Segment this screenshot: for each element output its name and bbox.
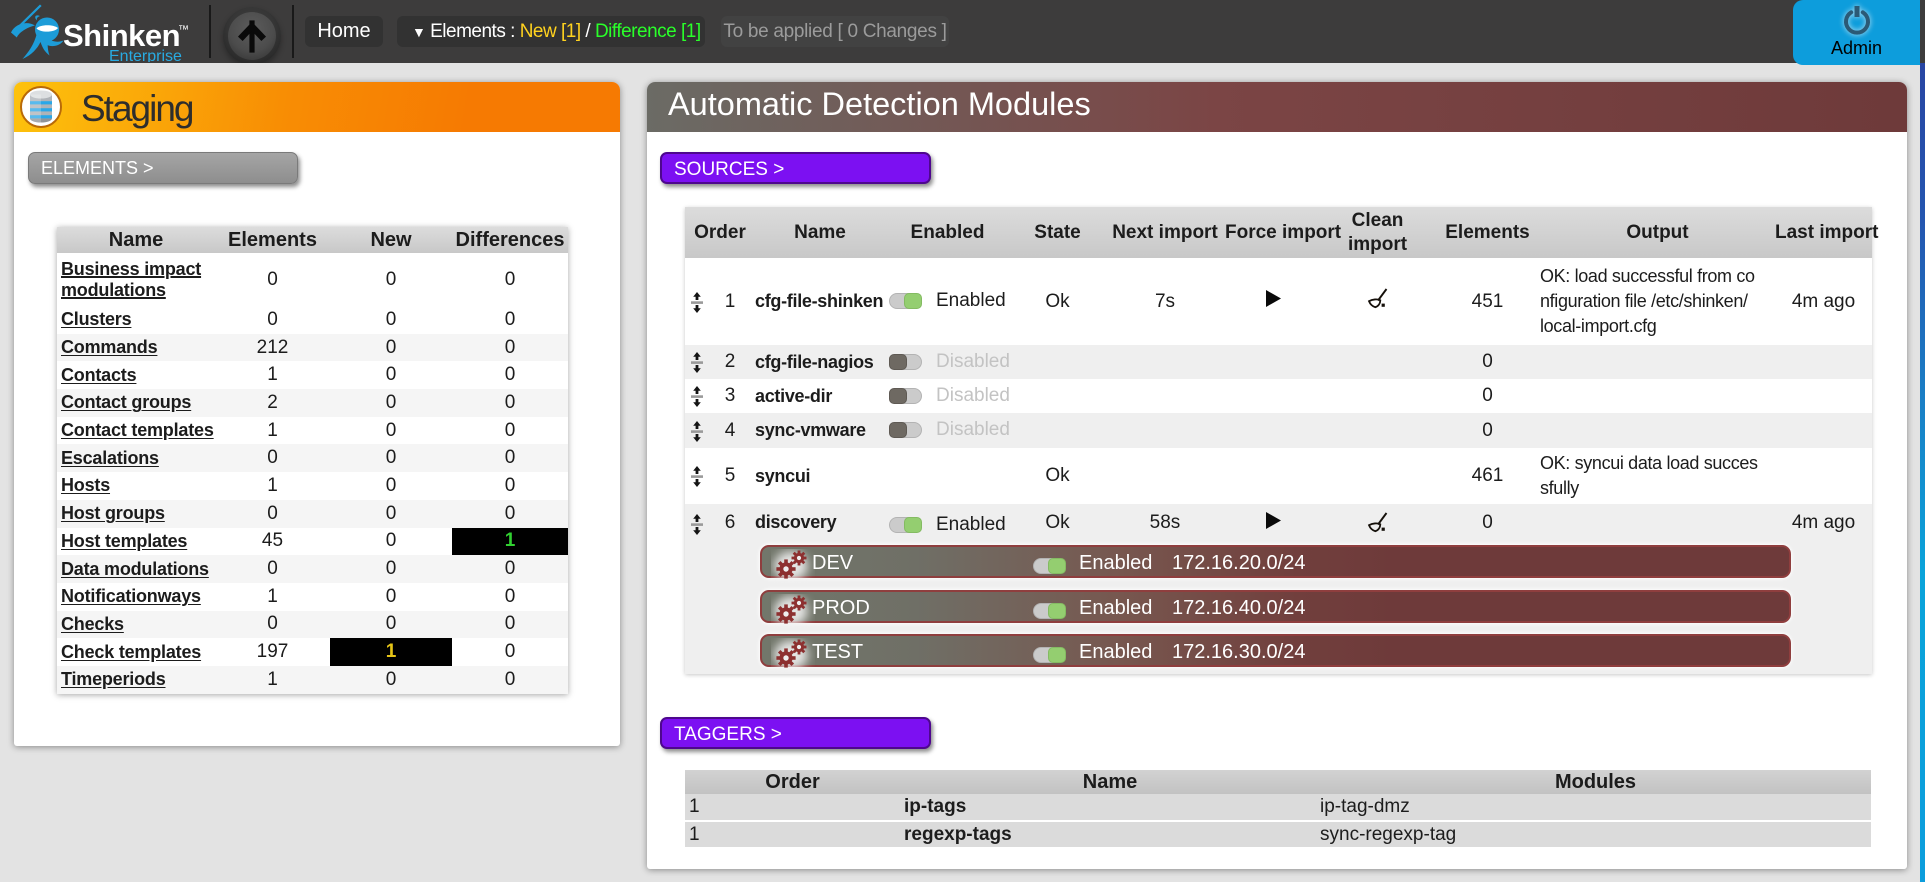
svg-text:Enterprise: Enterprise	[109, 48, 182, 62]
svg-text:™: ™	[178, 24, 189, 36]
